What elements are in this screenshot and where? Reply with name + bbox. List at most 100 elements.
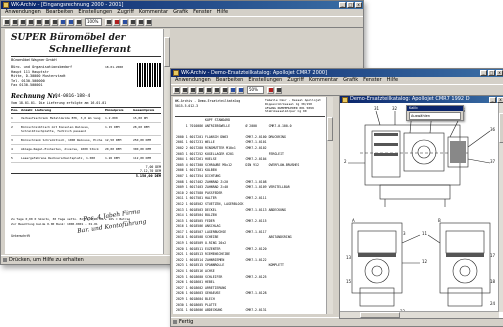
parts-cell-code: 6017280 [189,146,204,152]
fit-icon[interactable] [237,87,244,94]
maximize-button[interactable]: □ [488,70,495,76]
sum-total: 5.150,00 DEM [136,174,161,178]
invoice-window-titlebar[interactable]: WK-Archiv - [Eingangsrechnung 2000 - 200… [1,1,363,9]
save-icon[interactable] [19,19,26,26]
print-icon[interactable] [3,19,10,26]
scroll-thumb[interactable] [499,113,503,143]
zoom-select[interactable]: 100% [85,18,102,26]
col-lieferung: Lieferung [35,108,105,113]
header-divider [11,56,161,57]
parts-cell-pos: 2029 [175,297,185,303]
vertical-scrollbar[interactable] [163,29,170,254]
invoice-headline-2: Schnellieferant [49,44,131,55]
parts-table: KOPF STANDARD17010086ANTRIEBSWELLEØ 2000… [175,118,300,314]
parts-cell-ref: CMR7-1-0113 [244,208,267,214]
next-page-icon[interactable] [43,19,50,26]
drawing-window-titlebar[interactable]: Demo-Ersatzteilkatalog: Apollojet CMR7 1… [340,96,503,103]
menu-grafik[interactable]: Grafik [343,77,358,84]
next-page-icon[interactable] [213,87,220,94]
window-title: WK-Archiv - [Eingangsrechnung 2000 - 200… [11,2,123,8]
col-gesamtpreis: Gesamtpreis [133,108,161,113]
fit-icon[interactable] [67,19,74,26]
vertical-scrollbar[interactable] [498,103,503,312]
item-unit-price: 1.26 DEM [105,156,133,160]
annotate-icon[interactable] [113,19,120,26]
popup-select[interactable]: Auswählen [409,112,461,120]
menu-hilfe[interactable]: Hilfe [387,77,398,84]
zoom-select[interactable]: 50% [247,86,264,94]
last-page-icon[interactable] [51,19,58,26]
menu-bearbeiten[interactable]: Bearbeiten [216,77,243,84]
scroll-thumb[interactable] [360,312,400,318]
rotate-icon[interactable] [59,19,66,26]
parts-cell-pos: 2019 [175,241,185,247]
parts-cell-pos: 2024 [175,269,185,275]
col-anzahl: Anzahl [21,108,35,113]
drawing-callout-label: A [352,218,355,223]
print-icon[interactable] [173,87,180,94]
drawing-callout-label: 15 [346,279,351,284]
minimize-button[interactable]: _ [489,97,496,103]
horizontal-scrollbar[interactable] [340,311,499,318]
menu-fenster[interactable]: Fenster [363,77,382,84]
minimize-button[interactable]: _ [339,2,346,8]
scroll-thumb[interactable] [164,37,170,67]
prev-page-icon[interactable] [205,87,212,94]
menu-bearbeiten[interactable]: Bearbeiten [46,9,73,16]
scroll-thumb[interactable] [327,117,333,141]
zoom-in-icon[interactable] [105,19,112,26]
menu-zugriff[interactable]: Zugriff [117,9,134,16]
menu-grafik[interactable]: Grafik [173,9,188,16]
maximize-button[interactable]: □ [347,2,354,8]
parts-cell-pos: 2002 [175,146,185,152]
open-icon[interactable] [11,19,18,26]
list-divider [175,116,325,117]
parts-cell-ref: CMR7-1-0128 [244,291,267,297]
items-header-row: Pos. Anzahl Lieferung Einzelpreis Gesamt… [11,107,161,114]
open-icon[interactable] [181,87,188,94]
parts-cell-ref: CMR7-2-0102 [244,146,267,152]
close-button[interactable]: x [497,97,503,103]
parts-window-titlebar[interactable]: WK-Archiv - Demo-Ersatzteilkatalog: Apol… [171,69,503,77]
parts-cell-pos: 2014 [175,213,185,219]
minimize-button[interactable]: _ [480,70,487,76]
sender-line: Büromöbel Wagner GmbH [11,58,57,62]
menu-anwendungen[interactable]: Anwendungen [5,9,41,16]
window-icon[interactable] [137,19,144,26]
menu-einstellungen[interactable]: Einstellungen [248,77,282,84]
close-button[interactable]: x [496,70,503,76]
zoom-out-icon[interactable] [75,19,82,26]
first-page-icon[interactable] [197,87,204,94]
item-description: Lasergefahrene Rechnerarbeitsplatz, 1.00… [21,156,105,160]
close-button[interactable]: x [355,2,362,8]
menu-hilfe[interactable]: Hilfe [217,9,228,16]
parts-cell-ref: CMR7-1-0122 [244,258,267,264]
vertical-scrollbar[interactable] [326,97,333,314]
menu-zugriff[interactable]: Zugriff [287,77,304,84]
search-icon[interactable] [275,87,282,94]
invoice-item-row: 2Büroschreibtisch mit Konsolen Walnuss, … [11,123,161,136]
kalib-popup[interactable]: Kalib Auswählen [406,105,464,121]
item-pos: 2 [11,125,21,133]
menu-anwendungen[interactable]: Anwendungen [175,77,211,84]
menu-fenster[interactable]: Fenster [193,9,212,16]
list-header-code: 5015-5-012-3 [175,104,198,108]
first-page-icon[interactable] [27,19,34,26]
annotate-icon[interactable] [267,87,274,94]
invoice-headline-1: SUPER Büromöbel der [11,33,125,43]
search-icon[interactable] [129,19,136,26]
parts-list-window: WK-Archiv - Demo-Ersatzteilkatalog: Apol… [170,68,503,327]
parts-cell-code: 6018502 [189,202,204,208]
menu-kommentar[interactable]: Kommentar [309,77,338,84]
rotate-icon[interactable] [229,87,236,94]
menu-einstellungen[interactable]: Einstellungen [78,9,112,16]
parts-cell-code: 6018509 [189,241,204,247]
last-page-icon[interactable] [221,87,228,94]
drawing-callout-label: 2 [344,159,347,164]
save-icon[interactable] [189,87,196,94]
stamp-icon[interactable] [121,19,128,26]
help-icon[interactable] [145,19,152,26]
item-unit-price: 20,00 DEM [105,147,133,151]
menu-kommentar[interactable]: Kommentar [139,9,168,16]
prev-page-icon[interactable] [35,19,42,26]
